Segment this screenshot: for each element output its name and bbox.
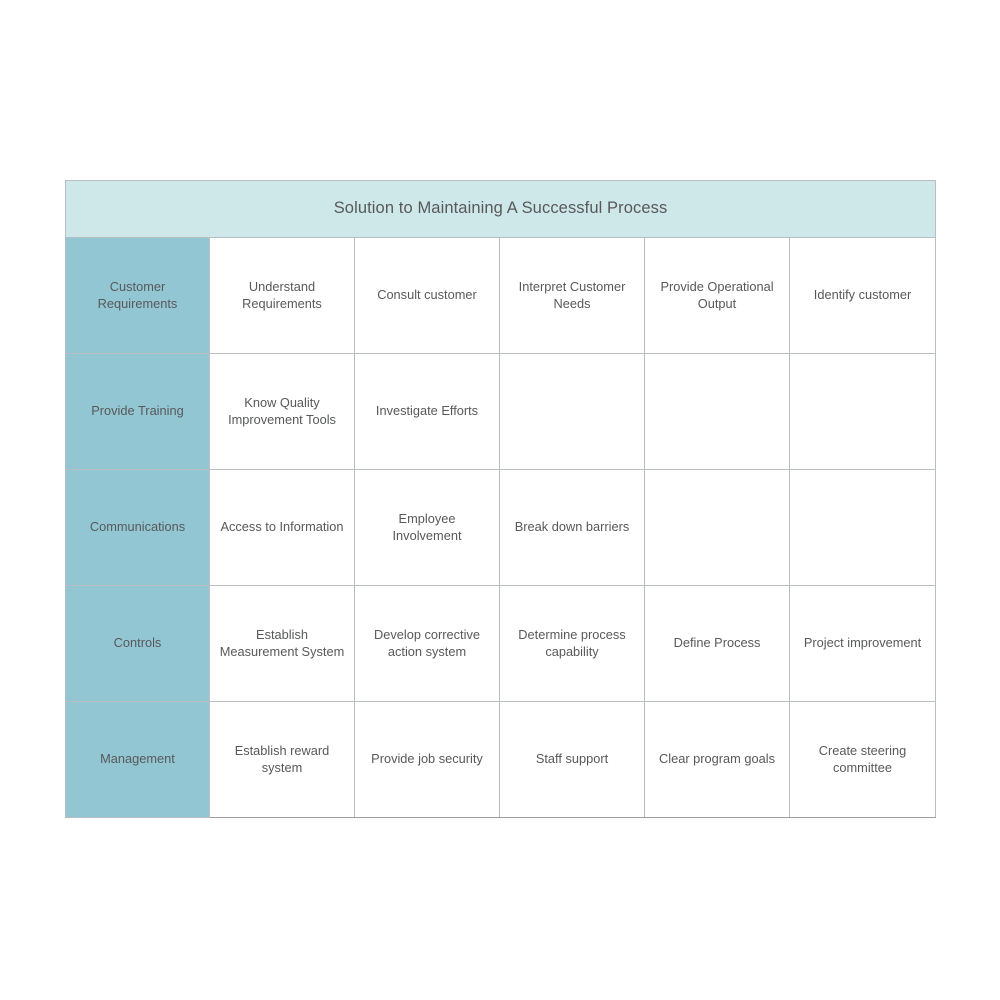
- matrix-cell-text: Access to Information: [220, 519, 344, 535]
- matrix-cell-text: Clear program goals: [659, 751, 775, 767]
- matrix-cell-text: Provide job security: [371, 751, 483, 767]
- matrix-cell[interactable]: Clear program goals: [644, 701, 790, 818]
- matrix-cell-text: Provide Operational Output: [660, 279, 774, 311]
- matrix-cell-empty[interactable]: [788, 353, 937, 470]
- matrix-cell-text: Investigate Efforts: [375, 403, 479, 419]
- matrix-cell[interactable]: Investigate Efforts: [354, 353, 500, 470]
- row-label-cell[interactable]: Provide Training: [65, 353, 210, 470]
- matrix-cell-text: Project improvement: [803, 635, 922, 651]
- matrix-cell-empty[interactable]: [644, 353, 790, 470]
- matrix-cell-text: Establish Measurement System: [219, 627, 345, 659]
- solution-matrix-table: Solution to Maintaining A Successful Pro…: [64, 180, 937, 818]
- matrix-cell-text: Staff support: [535, 751, 609, 767]
- matrix-cell-text: Understand Requirements: [242, 279, 322, 311]
- matrix-row: Communications Access to Information Emplo…: [65, 469, 937, 586]
- matrix-cell[interactable]: Access to Information: [209, 469, 355, 586]
- row-label-text: Customer Requirements: [97, 279, 178, 311]
- matrix-cell-text: Identify customer: [813, 287, 912, 303]
- matrix-cell-empty[interactable]: [499, 353, 645, 470]
- matrix-cell[interactable]: Develop corrective action system: [354, 585, 500, 702]
- matrix-cell[interactable]: Consult customer: [354, 237, 500, 354]
- matrix-cell[interactable]: Provide Operational Output: [644, 237, 790, 354]
- matrix-cell[interactable]: Employee Involvement: [354, 469, 500, 586]
- matrix-cell-text: Interpret Customer Needs: [518, 279, 626, 311]
- matrix-diagram: Solution to Maintaining A Successful Pro…: [64, 180, 937, 818]
- matrix-cell[interactable]: Provide job security: [354, 701, 500, 818]
- matrix-cell-text: Develop corrective action system: [374, 627, 480, 659]
- matrix-cell[interactable]: Project improvement: [788, 585, 937, 702]
- matrix-row: Customer Requirements Understand Requirem…: [65, 237, 937, 354]
- matrix-cell[interactable]: Know Quality Improvement Tools: [209, 353, 355, 470]
- matrix-cell[interactable]: Create steering committee: [788, 701, 937, 818]
- matrix-cell-text: Establish reward system: [234, 743, 330, 775]
- row-label-text: Communications: [89, 519, 186, 535]
- matrix-cell[interactable]: Break down barriers: [499, 469, 645, 586]
- row-label-text: Controls: [113, 635, 162, 651]
- matrix-cell[interactable]: Staff support: [499, 701, 645, 818]
- matrix-cell[interactable]: Determine process capability: [499, 585, 645, 702]
- matrix-cell[interactable]: Interpret Customer Needs: [499, 237, 645, 354]
- matrix-cell-text: Create steering committee: [818, 743, 907, 775]
- matrix-cell-empty[interactable]: [644, 469, 790, 586]
- matrix-cell-text: Know Quality Improvement Tools: [228, 395, 336, 427]
- matrix-cell[interactable]: Establish Measurement System: [209, 585, 355, 702]
- matrix-cell-empty[interactable]: [788, 469, 937, 586]
- matrix-row: Provide Training Know Quality Improvement…: [65, 353, 937, 470]
- matrix-row: Management Establish reward system Provide…: [65, 701, 937, 818]
- matrix-cell-text: Determine process capability: [518, 627, 626, 659]
- row-label-cell[interactable]: Management: [65, 701, 210, 818]
- matrix-cell[interactable]: Understand Requirements: [209, 237, 355, 354]
- matrix-row: Controls Establish Measurement System Deve…: [65, 585, 937, 702]
- matrix-cell-text: Define Process: [673, 635, 761, 651]
- matrix-cell[interactable]: Establish reward system: [209, 701, 355, 818]
- row-label-text: Provide Training: [91, 403, 184, 419]
- row-label-cell[interactable]: Communications: [65, 469, 210, 586]
- row-label-cell[interactable]: Customer Requirements: [65, 237, 210, 354]
- row-label-text: Management: [100, 751, 175, 767]
- matrix-cell[interactable]: Identify customer: [788, 237, 937, 354]
- matrix-cell-text: Break down barriers: [514, 519, 630, 535]
- row-label-cell[interactable]: Controls: [65, 585, 210, 702]
- matrix-cell-text: Employee Involvement: [392, 511, 462, 543]
- matrix-title: Solution to Maintaining A Successful Pro…: [64, 180, 937, 238]
- matrix-cell[interactable]: Define Process: [644, 585, 790, 702]
- matrix-cell-text: Consult customer: [377, 287, 477, 303]
- matrix-title-row: Solution to Maintaining A Successful Pro…: [64, 180, 937, 238]
